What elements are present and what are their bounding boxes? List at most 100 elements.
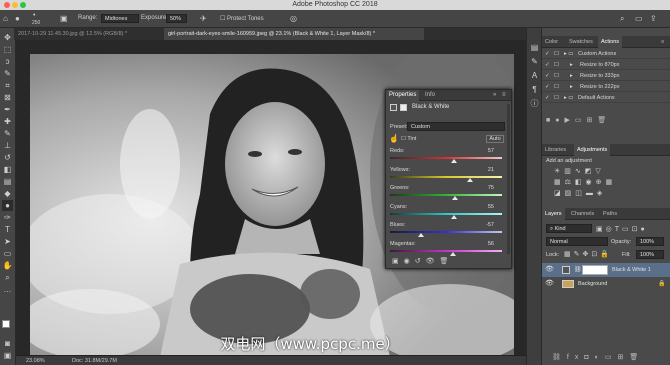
properties-scrollbar[interactable] [507,104,510,254]
check-icon[interactable]: ✓ [545,93,550,103]
targeted-adjust-icon[interactable]: ☝ [389,134,399,143]
expand-arrow-icon[interactable]: ▸ [570,71,573,81]
action-item[interactable]: ✓ ☐ ▸ ▭ Custom Actions [542,49,670,59]
quick-select-icon[interactable]: ✎ [2,68,13,79]
exposure-icon[interactable]: ◩ [585,168,596,175]
new-group-icon[interactable]: ▭ [605,354,618,361]
new-layer-icon[interactable]: ⊞ [617,354,629,361]
history-panel-icon[interactable]: ▤ [529,42,540,53]
play-icon[interactable]: ▶ [564,117,574,124]
hand-tool-icon[interactable]: ✋ [2,260,13,271]
slider-thumb[interactable] [451,196,458,200]
new-set-icon[interactable]: ▭ [575,117,587,124]
slider-reds[interactable]: Reds: 57 [390,148,502,167]
link-layers-icon[interactable]: ⛓ [552,354,567,361]
action-item[interactable]: ✓ ☐ ▸ ▭ Default Actions [542,93,670,103]
slider-value[interactable]: 21 [488,167,494,173]
visibility-eye-icon[interactable]: 👁 [545,263,554,277]
new-adjustment-icon[interactable]: ◐ [595,354,605,361]
tab-actions[interactable]: Actions [598,36,623,48]
slider-track[interactable] [390,175,502,178]
slider-blues[interactable]: Blues: -57 [390,222,502,241]
expand-arrow-icon[interactable]: ▸ [570,60,573,70]
lock-icons[interactable]: ▦✎✥⊡🔒 [564,250,612,258]
dialog-toggle-icon[interactable]: ☐ [554,93,559,103]
eraser-icon[interactable]: ◧ [2,164,13,175]
check-icon[interactable]: ✓ [545,60,550,70]
dodge-tool-icon-active[interactable]: ● [2,200,13,211]
new-action-icon[interactable]: ⊞ [586,117,597,124]
character-panel-icon[interactable]: A [529,70,540,81]
slider-track[interactable] [390,231,502,233]
slider-thumb[interactable] [450,159,457,163]
share-icon[interactable]: ⇪ [650,15,657,23]
action-item[interactable]: ✓ ☐ ▸ Resize to 222px [542,82,670,92]
pen-tool-icon[interactable]: ✑ [2,212,13,223]
gradient-map-icon[interactable]: ▬ [586,190,597,197]
photo-filter-icon[interactable]: ◉ [586,179,596,186]
action-item[interactable]: ✓ ☐ ▸ Resize to 870px [542,60,670,70]
slider-thumb[interactable] [466,177,473,182]
brush-preset-icon[interactable]: • [33,12,35,19]
dialog-toggle-icon[interactable]: ☐ [554,60,559,70]
exposure-input[interactable]: 50% [166,14,187,23]
slider-yellows[interactable]: Yellows: 21 [390,167,502,186]
layer-name[interactable]: Black & White 1 [612,263,651,277]
tab-channels[interactable]: Channels [568,208,597,220]
vibrance-icon[interactable]: ▽ [595,168,604,175]
frame-tool-icon[interactable]: ⊠ [2,92,13,103]
clip-to-layer-icon[interactable]: ▣ [392,258,404,265]
brightness-icon[interactable]: ☀ [554,168,564,175]
slider-thumb[interactable] [418,233,425,237]
auto-button[interactable]: Auto [486,135,504,143]
color-lookup-icon[interactable]: ▦ [606,179,617,186]
slider-value[interactable]: -57 [486,222,494,228]
eyedropper-icon[interactable]: ✒ [2,104,13,115]
tab-libraries[interactable]: Libraries [542,144,569,156]
protect-tones-checkbox[interactable]: ☐ Protect Tones [220,15,264,22]
slider-thumb[interactable] [450,214,457,219]
tab-properties[interactable]: Properties [386,90,420,101]
delete-layer-icon[interactable]: 🗑 [629,354,644,361]
link-icon[interactable]: ⛓ [574,263,582,277]
view-previous-icon[interactable]: ◉ [404,258,415,265]
lasso-tool-icon[interactable]: ↄ [2,56,13,67]
quick-mask-icon[interactable]: ◙ [2,338,13,349]
tab-document-2[interactable]: girl-portrait-dark-eyes-smile-160959.jpe… [164,28,424,40]
slider-value[interactable]: 56 [488,241,494,247]
tab-color[interactable]: Color [542,36,561,48]
history-brush-icon[interactable]: ↺ [2,152,13,163]
slider-greens[interactable]: Greens: 75 [390,185,502,204]
delete-icon[interactable]: 🗑 [440,258,454,265]
filter-icons[interactable]: ▣◎T▭⊡● [596,225,648,233]
slider-track[interactable] [390,194,502,196]
slider-thumb[interactable] [449,251,456,256]
layer-name[interactable]: Background [578,277,607,291]
slider-cyans[interactable]: Cyans: 55 [390,204,502,223]
blend-mode-select[interactable]: Normal [546,237,608,246]
move-tool-icon[interactable]: ✥ [2,32,13,43]
layer-row-black-white[interactable]: 👁 ⛓ Black & White 1 [542,263,670,277]
add-mask-icon[interactable]: ◘ [584,354,594,361]
paragraph-panel-icon[interactable]: ¶ [529,84,540,95]
invert-icon[interactable]: ◪ [554,190,565,197]
dialog-toggle-icon[interactable]: ☐ [554,71,559,81]
levels-icon[interactable]: ▥ [564,168,575,175]
tab-info[interactable]: Info [422,90,438,101]
check-icon[interactable]: ✓ [545,71,550,81]
hue-sat-icon[interactable]: ▦ [554,179,565,186]
slider-track[interactable] [390,249,502,252]
stop-icon[interactable]: ■ [546,117,555,124]
pressure-icon[interactable]: ◎ [290,15,297,23]
zoom-tool-icon[interactable]: ⌕ [2,272,13,283]
dialog-toggle-icon[interactable]: ☐ [554,82,559,92]
channel-mixer-icon[interactable]: ⊕ [596,179,606,186]
reset-icon[interactable]: ↺ [415,258,426,265]
check-icon[interactable]: ✓ [545,82,550,92]
slider-value[interactable]: 75 [488,185,494,191]
shape-tool-icon[interactable]: ▭ [2,248,13,259]
layer-mask-thumbnail[interactable] [582,265,608,275]
foreground-color-swatch[interactable] [2,320,10,328]
trash-icon[interactable]: 🗑 [597,117,611,124]
slider-track[interactable] [390,157,502,159]
